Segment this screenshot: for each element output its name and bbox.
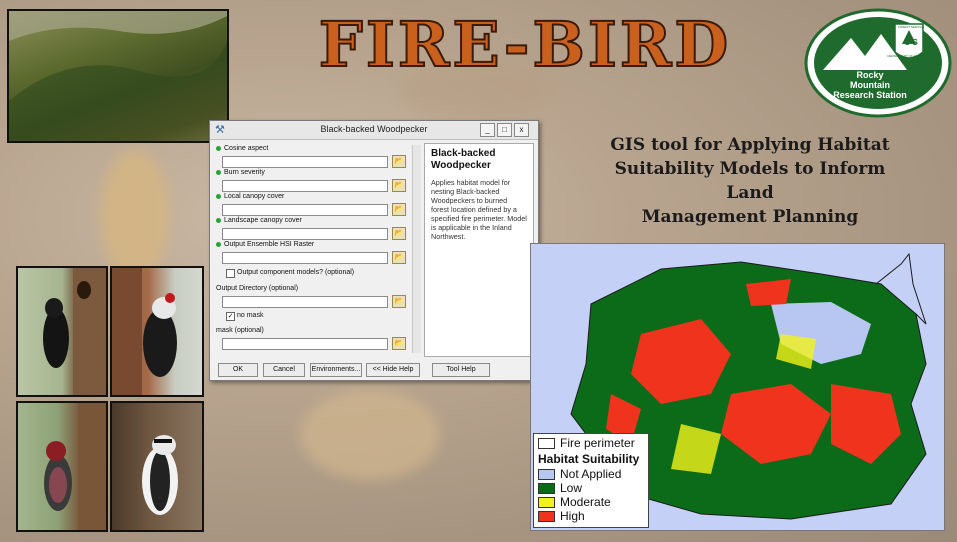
field-label-burn-severity: Burn severity	[216, 169, 265, 176]
woodpecker-photo-4	[110, 401, 204, 532]
minimize-button[interactable]: _	[480, 123, 495, 137]
browse-folder-icon[interactable]: 📂	[392, 179, 406, 192]
help-title: Black-backed Woodpecker	[431, 148, 496, 171]
woodpecker-photo-3	[16, 401, 108, 532]
no-mask-checkbox[interactable]: ✓	[226, 312, 235, 321]
forest-aerial-photo	[7, 9, 229, 143]
logo-name-line: Rocky	[856, 70, 884, 80]
woodpecker-photo-1	[16, 266, 108, 397]
help-pane: Black-backed Woodpecker Applies habitat …	[424, 143, 534, 357]
browse-folder-icon[interactable]: 📂	[392, 295, 406, 308]
subtitle: GIS tool for Applying Habitat Suitabilit…	[590, 133, 910, 229]
output-hsi-input[interactable]	[222, 252, 388, 264]
legend-item-high: High	[538, 509, 585, 523]
smoke-patch	[300, 390, 440, 480]
close-button[interactable]: x	[514, 123, 529, 137]
legend-item-not-applied: Not Applied	[538, 467, 621, 481]
mask-label: mask (optional)	[216, 327, 264, 334]
cancel-button[interactable]: Cancel	[263, 363, 305, 377]
tool-help-button[interactable]: Tool Help	[432, 363, 490, 377]
landscape-canopy-input[interactable]	[222, 228, 388, 240]
legend-swatch	[538, 438, 555, 450]
browse-folder-icon[interactable]: 📂	[392, 227, 406, 240]
component-models-label: Output component models? (optional)	[237, 269, 355, 276]
output-directory-input[interactable]	[222, 296, 388, 308]
map-legend: Fire perimeter Habitat Suitability Not A…	[533, 433, 649, 528]
browse-folder-icon[interactable]: 📂	[392, 251, 406, 264]
subtitle-line: Suitability Models to Inform Land	[614, 159, 886, 203]
logo-name: Rocky Mountain Research Station	[820, 70, 920, 100]
field-label-cosine-aspect: Cosine aspect	[216, 145, 268, 152]
legend-heading: Habitat Suitability	[538, 452, 640, 466]
logo-shield-text: U S	[904, 38, 918, 47]
logo-arc-text-top: FOREST SERVICE	[897, 25, 925, 29]
dialog-titlebar[interactable]: ⚒ Black-backed Woodpecker _ □ x	[210, 121, 538, 140]
legend-item-fire-perimeter: Fire perimeter	[538, 436, 635, 450]
page-title: FIRE-BIRD	[318, 7, 732, 82]
maximize-button[interactable]: □	[497, 123, 512, 137]
parameters-scrollbar[interactable]	[412, 145, 421, 353]
hide-help-button[interactable]: << Hide Help	[366, 363, 420, 377]
browse-folder-icon[interactable]: 📂	[392, 155, 406, 168]
forest-service-logo	[803, 8, 953, 118]
legend-item-low: Low	[538, 481, 582, 495]
parameters-pane: Cosine aspect 📂 Burn severity 📂 Local ca…	[216, 145, 416, 353]
cosine-aspect-input[interactable]	[222, 156, 388, 168]
burn-severity-input[interactable]	[222, 180, 388, 192]
subtitle-line: Management Planning	[641, 207, 859, 227]
required-dot-icon	[216, 169, 221, 175]
local-canopy-input[interactable]	[222, 204, 388, 216]
legend-swatch	[538, 483, 555, 495]
woodpecker-photo-2	[110, 266, 204, 397]
legend-swatch	[538, 511, 555, 523]
smoke-patch	[100, 150, 170, 280]
browse-folder-icon[interactable]: 📂	[392, 203, 406, 216]
required-dot-icon	[216, 145, 221, 151]
legend-swatch	[538, 497, 555, 509]
field-label-output-hsi: Output Ensemble HSI Raster	[216, 241, 314, 248]
environments-button[interactable]: Environments...	[310, 363, 362, 377]
mask-input[interactable]	[222, 338, 388, 350]
output-directory-label: Output Directory (optional)	[216, 285, 299, 292]
required-dot-icon	[216, 193, 221, 199]
browse-folder-icon[interactable]: 📂	[392, 337, 406, 350]
ok-button[interactable]: OK	[218, 363, 258, 377]
required-dot-icon	[216, 241, 221, 247]
logo-arc-text-side: DEPARTMENT OF AGRICULTURE	[887, 54, 935, 58]
tool-dialog: ⚒ Black-backed Woodpecker _ □ x Cosine a…	[209, 120, 539, 381]
no-mask-label: no mask	[237, 312, 264, 319]
field-label-local-canopy: Local canopy cover	[216, 193, 284, 200]
component-models-checkbox[interactable]	[226, 269, 235, 278]
help-body: Applies habitat model for nesting Black-…	[431, 178, 527, 241]
legend-swatch	[538, 469, 555, 481]
required-dot-icon	[216, 217, 221, 223]
subtitle-line: GIS tool for Applying Habitat	[610, 135, 890, 155]
legend-item-moderate: Moderate	[538, 495, 611, 509]
logo-name-line: Research Station	[833, 90, 907, 100]
field-label-landscape-canopy: Landscape canopy cover	[216, 217, 302, 224]
logo-name-line: Mountain	[850, 80, 890, 90]
